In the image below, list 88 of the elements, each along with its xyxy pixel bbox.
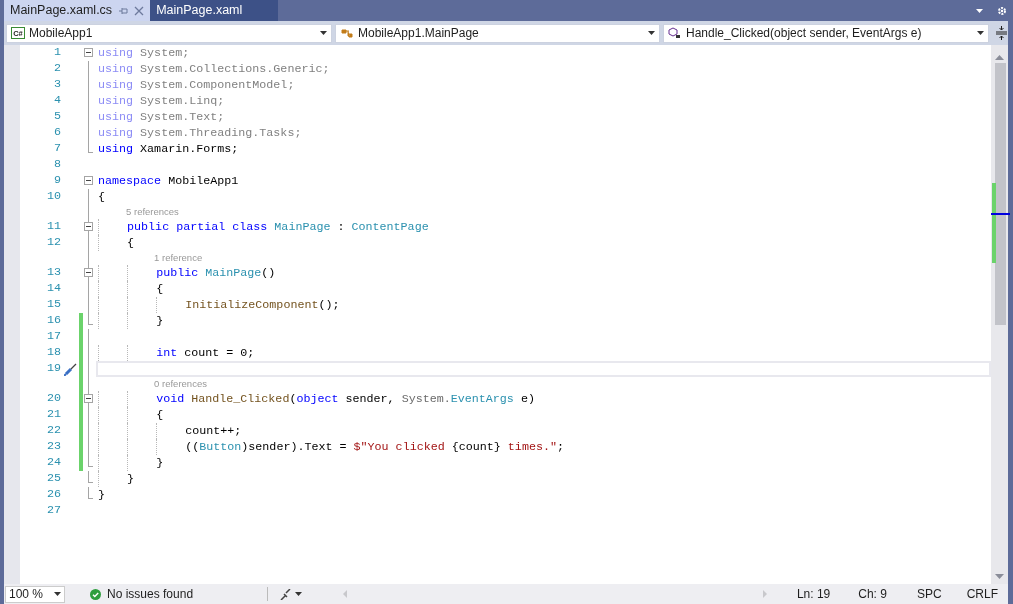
code-line: using System;	[98, 45, 190, 61]
code-line: using System.Collections.Generic;	[98, 61, 330, 77]
code-line: InitializeComponent();	[98, 297, 340, 313]
code-line: using System.Threading.Tasks;	[98, 125, 302, 141]
code-line: ((Button)sender).Text = $"You clicked {count} times.";	[98, 439, 564, 455]
caret-icon	[977, 31, 984, 35]
caret-icon	[54, 592, 61, 596]
tab-label: MainPage.xaml	[156, 2, 243, 20]
zoom-dropdown[interactable]: 100 %	[5, 585, 65, 603]
screwdriver-icon[interactable]	[63, 362, 77, 376]
line-number: 25	[45, 470, 61, 488]
column-position[interactable]: Ch: 9	[858, 585, 887, 603]
indentation-mode[interactable]: SPC	[916, 585, 942, 603]
scroll-thumb[interactable]	[995, 63, 1006, 325]
caret-icon[interactable]	[295, 592, 302, 596]
line-number: 13	[45, 264, 61, 282]
line-number: 9	[53, 172, 61, 190]
collapse-icon[interactable]	[84, 176, 93, 185]
line-number: 24	[45, 454, 61, 472]
line-number: 20	[45, 390, 61, 408]
line-number: 1	[53, 45, 61, 62]
line-number: 26	[45, 486, 61, 504]
line-number: 17	[45, 328, 61, 346]
line-number: 12	[45, 234, 61, 252]
scroll-up-icon[interactable]	[995, 55, 1004, 60]
line-number: 4	[53, 92, 61, 110]
collapse-icon[interactable]	[84, 268, 93, 277]
code-line: public partial class MainPage : ContentPage	[98, 219, 429, 235]
line-number: 21	[45, 406, 61, 424]
dropdown-icon[interactable]	[976, 8, 983, 13]
code-line: namespace MobileApp1	[98, 173, 239, 189]
line-number: 16	[45, 312, 61, 330]
check-icon	[90, 588, 101, 600]
code-line: public MainPage()	[98, 265, 276, 281]
line-number: 2	[53, 60, 61, 78]
line-number: 11	[45, 218, 61, 236]
collapse-icon[interactable]	[84, 222, 93, 231]
line-number: 5	[53, 108, 61, 126]
code-line: {	[98, 235, 135, 251]
code-line: void Handle_Clicked(object sender, System.EventArgs e)	[98, 391, 535, 407]
line-number: 14	[45, 280, 61, 298]
code-line: }	[98, 455, 164, 471]
brush-icon[interactable]	[280, 588, 291, 600]
line-number: 8	[53, 156, 61, 174]
code-line: using System.Text;	[98, 109, 225, 125]
line-number: 23	[45, 438, 61, 456]
code-line: {	[98, 407, 164, 423]
line-number: 19	[45, 360, 61, 378]
navigation-dropdown[interactable]: MobileApp1.MainPage	[335, 23, 660, 43]
caret-icon	[320, 31, 327, 35]
code-line: }	[98, 313, 164, 329]
class-icon	[340, 27, 354, 39]
line-number: 10	[45, 188, 61, 206]
dropdown-text: MobileApp1	[29, 25, 94, 42]
code-line: count++;	[98, 423, 242, 439]
collapse-icon[interactable]	[84, 394, 93, 403]
scroll-down-icon[interactable]	[995, 574, 1004, 579]
document-tab[interactable]: MainPage.xaml.cs	[4, 0, 151, 21]
issues-status[interactable]: No issues found	[107, 585, 267, 603]
line-number: 22	[45, 422, 61, 440]
line-number: 15	[45, 296, 61, 314]
document-tab[interactable]: MainPage.xaml	[150, 0, 279, 21]
code-line: {	[98, 281, 164, 297]
tab-label: MainPage.xaml.cs	[10, 2, 113, 20]
close-icon[interactable]	[134, 5, 145, 16]
line-number: 7	[53, 140, 61, 158]
code-line: int count = 0;	[98, 345, 255, 361]
code-line: }	[98, 487, 105, 503]
line-number: 27	[45, 502, 61, 520]
line-number: 18	[45, 344, 61, 362]
line-position[interactable]: Ln: 19	[796, 585, 831, 603]
dropdown-text: Handle_Clicked(object sender, EventArgs e)	[686, 25, 923, 42]
code-line: using System.ComponentModel;	[98, 77, 295, 93]
code-line: {	[98, 189, 105, 205]
code-line: using System.Linq;	[98, 93, 225, 109]
split-icon[interactable]	[996, 26, 1007, 40]
vertical-scrollbar[interactable]	[991, 45, 1008, 584]
caret-marker	[991, 213, 1010, 215]
line-ending[interactable]: CRLF	[966, 585, 998, 603]
code-line: }	[98, 471, 135, 487]
line-number: 6	[53, 124, 61, 142]
settings-icon[interactable]	[997, 5, 1007, 16]
collapse-icon[interactable]	[84, 48, 93, 57]
navigation-dropdown[interactable]: Handle_Clicked(object sender, EventArgs e)	[663, 23, 989, 43]
line-number: 3	[53, 76, 61, 94]
caret-icon	[648, 31, 655, 35]
dropdown-text: MobileApp1.MainPage	[358, 25, 480, 42]
code-line: using Xamarin.Forms;	[98, 141, 239, 157]
